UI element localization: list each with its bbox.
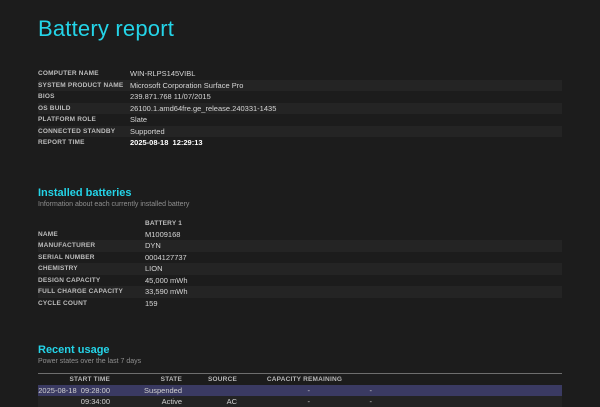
- row-value: WIN-RLPS145VIBL: [130, 69, 195, 78]
- row-value: Microsoft Corporation Surface Pro: [130, 81, 243, 90]
- table-row: DESIGN CAPACITY 45,000 mWh: [38, 275, 562, 287]
- row-label: CYCLE COUNT: [38, 300, 145, 307]
- usage-start-time: 2025-08-18 09:28:00: [38, 386, 110, 395]
- usage-header-capacity-remaining: CAPACITY REMAINING: [237, 376, 372, 383]
- table-row: PLATFORM ROLE Slate: [38, 114, 562, 126]
- usage-capacity-mwh: -: [310, 386, 372, 395]
- installed-batteries-table: BATTERY 1 NAME M1009168 MANUFACTURER DYN…: [38, 218, 562, 310]
- installed-batteries-subtitle: Information about each currently install…: [38, 200, 562, 210]
- row-label: SYSTEM PRODUCT NAME: [38, 82, 130, 89]
- row-label: PLATFORM ROLE: [38, 116, 130, 123]
- usage-capacity-percent: -: [237, 397, 310, 406]
- table-row: COMPUTER NAME WIN-RLPS145VIBL: [38, 68, 562, 80]
- usage-header-start-time: START TIME: [38, 376, 110, 383]
- row-value: 33,590 mWh: [145, 287, 188, 296]
- table-row: REPORT TIME 2025-08-18 12:29:13: [38, 137, 562, 149]
- row-label: MANUFACTURER: [38, 242, 145, 249]
- usage-table-body: 2025-08-18 09:28:00 Suspended - - 09:34:…: [38, 385, 562, 407]
- row-value: Supported: [130, 127, 165, 136]
- usage-table-row: 09:34:00 Active AC - -: [38, 396, 562, 407]
- row-value: DYN: [145, 241, 161, 250]
- recent-usage-subtitle: Power states over the last 7 days: [38, 357, 562, 367]
- usage-start-time: 09:34:00: [38, 397, 110, 406]
- row-value: 0004127737: [145, 253, 187, 262]
- table-row: BIOS 239.871.768 11/07/2015: [38, 91, 562, 103]
- row-value: Slate: [130, 115, 147, 124]
- table-row: CYCLE COUNT 159: [38, 298, 562, 310]
- usage-table-header-row: START TIME STATE SOURCE CAPACITY REMAINI…: [38, 374, 562, 385]
- battery-table-header-row: BATTERY 1: [38, 218, 562, 229]
- row-value: 2025-08-18 12:29:13: [130, 138, 203, 147]
- table-row: FULL CHARGE CAPACITY 33,590 mWh: [38, 286, 562, 298]
- table-row: SERIAL NUMBER 0004127737: [38, 252, 562, 264]
- battery-column-header: BATTERY 1: [145, 220, 182, 227]
- table-row: CONNECTED STANDBY Supported: [38, 126, 562, 138]
- usage-state: Active: [110, 397, 182, 406]
- row-label: DESIGN CAPACITY: [38, 277, 145, 284]
- installed-batteries-heading: Installed batteries: [38, 186, 562, 200]
- row-value: LION: [145, 264, 163, 273]
- row-value: 159: [145, 299, 158, 308]
- battery-table-body: NAME M1009168 MANUFACTURER DYN SERIAL NU…: [38, 229, 562, 310]
- row-label: CONNECTED STANDBY: [38, 128, 130, 135]
- row-label: OS BUILD: [38, 105, 130, 112]
- table-row: CHEMISTRY LION: [38, 263, 562, 275]
- usage-state: Suspended: [110, 386, 182, 395]
- page-title: Battery report: [38, 14, 562, 44]
- row-label: SERIAL NUMBER: [38, 254, 145, 261]
- row-value: 239.871.768 11/07/2015: [130, 92, 211, 101]
- table-row: MANUFACTURER DYN: [38, 240, 562, 252]
- table-row: NAME M1009168: [38, 229, 562, 241]
- usage-header-state: STATE: [110, 376, 182, 383]
- usage-capacity-mwh: -: [310, 397, 372, 406]
- recent-usage-heading: Recent usage: [38, 343, 562, 357]
- recent-usage-table: START TIME STATE SOURCE CAPACITY REMAINI…: [38, 373, 562, 407]
- row-value: 26100.1.amd64fre.ge_release.240331-1435: [130, 104, 276, 113]
- battery-report-page: Battery report COMPUTER NAME WIN-RLPS145…: [0, 0, 562, 407]
- row-value: M1009168: [145, 230, 180, 239]
- table-row: SYSTEM PRODUCT NAME Microsoft Corporatio…: [38, 80, 562, 92]
- row-label: CHEMISTRY: [38, 265, 145, 272]
- row-label: BIOS: [38, 93, 130, 100]
- row-label: FULL CHARGE CAPACITY: [38, 288, 145, 295]
- usage-header-source: SOURCE: [182, 376, 237, 383]
- row-label: NAME: [38, 231, 145, 238]
- row-value: 45,000 mWh: [145, 276, 188, 285]
- table-row: OS BUILD 26100.1.amd64fre.ge_release.240…: [38, 103, 562, 115]
- usage-capacity-percent: -: [237, 386, 310, 395]
- usage-source: AC: [182, 397, 237, 406]
- system-info-table: COMPUTER NAME WIN-RLPS145VIBL SYSTEM PRO…: [38, 68, 562, 149]
- usage-table-row: 2025-08-18 09:28:00 Suspended - -: [38, 385, 562, 396]
- row-label: REPORT TIME: [38, 139, 130, 146]
- row-label: COMPUTER NAME: [38, 70, 130, 77]
